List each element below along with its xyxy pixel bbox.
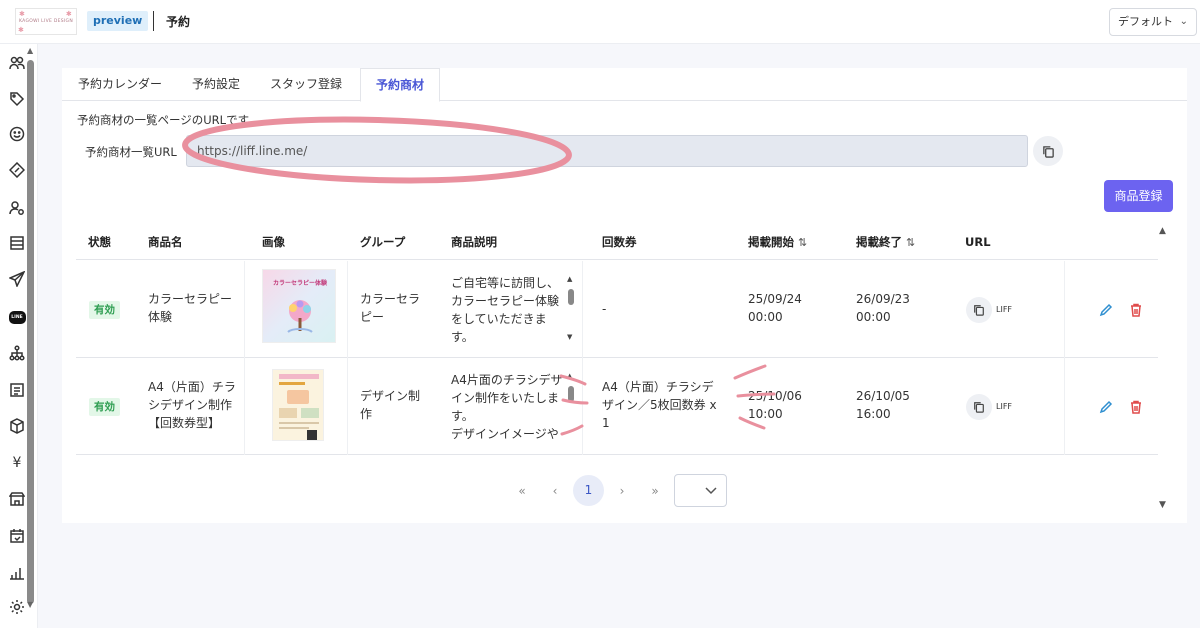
column-header-name: 商品名 [148, 235, 183, 249]
column-header-image: 画像 [262, 235, 285, 249]
page-number-current[interactable]: 1 [573, 475, 604, 506]
start-date: 25/10/06 10:00 [748, 389, 802, 421]
description-scrollbar[interactable]: ▲ ▼ [567, 275, 575, 341]
page-title: 予約 [166, 15, 191, 29]
status-badge: 有効 [89, 398, 120, 416]
users-icon[interactable] [6, 52, 28, 74]
delete-icon[interactable] [1128, 399, 1144, 415]
liff-label: LIFF [996, 402, 1013, 411]
logo-text: KAGOWI LIVE DESIGN [18, 19, 74, 24]
description-scrollbar[interactable]: ▲ [567, 372, 575, 438]
gear-icon[interactable] [6, 596, 28, 618]
tab-reservation-settings[interactable]: 予約設定 [178, 68, 254, 101]
list-icon[interactable] [6, 232, 28, 254]
product-thumbnail: カラーセラピー体験 [262, 269, 336, 343]
product-description: ご自宅等に訪問し、 カラーセラピー体験 をしていただきま す。 [451, 276, 560, 344]
copy-icon [974, 402, 984, 413]
copy-icon [1042, 145, 1054, 158]
tree-illustration [287, 300, 313, 333]
column-header-start-label: 掲載開始 [748, 235, 794, 249]
edit-icon[interactable] [1098, 302, 1114, 318]
main-card: 予約カレンダー 予約設定 スタッフ登録 予約商材 予約商材の一覧ページのURLで… [62, 68, 1187, 523]
column-header-end[interactable]: 掲載終了 ⇅ [856, 225, 915, 260]
box-icon[interactable] [6, 415, 28, 437]
url-label: 予約商材一覧URL [85, 145, 177, 159]
coupon-icon[interactable] [6, 159, 28, 181]
line-icon[interactable]: LINE [6, 306, 28, 328]
column-header-status: 状態 [88, 235, 111, 249]
smile-icon[interactable] [6, 123, 28, 145]
view-select[interactable]: デフォルト ⌄ [1109, 8, 1197, 36]
tag-icon[interactable] [6, 88, 28, 110]
tab-staff-registration[interactable]: スタッフ登録 [254, 68, 358, 101]
sort-icon[interactable]: ⇅ [798, 236, 807, 249]
status-badge: 有効 [89, 301, 120, 319]
edit-icon[interactable] [1098, 399, 1114, 415]
column-header-end-label: 掲載終了 [856, 235, 902, 249]
ticket-info: A4（片面）チラシデ ザイン／5枚回数券 x1 [602, 380, 717, 430]
group-name: カラーセラ ピー [360, 292, 421, 324]
end-date: 26/10/05 16:00 [856, 389, 910, 421]
ticket-info: - [602, 302, 607, 316]
chevron-down-icon [705, 487, 717, 495]
column-header-group: グループ [360, 235, 406, 249]
product-name: カラーセラピー 体験 [148, 292, 233, 324]
top-bar: ✱ ✱ ✱ KAGOWI LIVE DESIGN preview 予約 デフォル… [0, 0, 1200, 44]
group-name: デザイン制作 [360, 389, 421, 421]
last-page-button[interactable]: » [645, 476, 665, 506]
brand-logo[interactable]: ✱ ✱ ✱ KAGOWI LIVE DESIGN [15, 8, 77, 35]
sidebar: ▲ ▼ LINE ¥ [0, 44, 38, 628]
send-icon[interactable] [6, 268, 28, 290]
store-icon[interactable] [6, 488, 28, 510]
tab-reservation-calendar[interactable]: 予約カレンダー [62, 68, 178, 101]
preview-badge[interactable]: preview [87, 11, 149, 31]
product-thumbnail [272, 369, 324, 441]
tab-bar: 予約カレンダー 予約設定 スタッフ登録 予約商材 [62, 68, 1187, 102]
copy-url-button[interactable] [1033, 136, 1063, 166]
copy-icon [974, 305, 984, 316]
copy-liff-button[interactable] [966, 394, 992, 420]
end-date: 26/09/23 00:00 [856, 292, 910, 324]
header-divider [153, 11, 154, 31]
thumbnail-title: カラーセラピー体験 [272, 280, 327, 287]
table-row: 有効 カラーセラピー 体験 カラーセラピー体験 カラーセラ ピー ご自宅等に訪問し、… [76, 261, 1158, 358]
calendar-icon[interactable] [6, 525, 28, 547]
liff-label: LIFF [996, 305, 1013, 314]
user-settings-icon[interactable] [6, 197, 28, 219]
page-size-select[interactable] [674, 474, 727, 507]
view-select-value: デフォルト [1118, 15, 1173, 28]
register-product-button[interactable]: 商品登録 [1104, 180, 1173, 212]
start-date: 25/09/24 00:00 [748, 292, 802, 324]
product-description: A4片面のチラシデザ イン制作をいたしま す。 デザインイメージや [451, 373, 563, 441]
document-icon[interactable] [6, 379, 28, 401]
chevron-down-icon: ⌄ [1179, 16, 1188, 27]
column-header-ticket: 回数券 [602, 235, 637, 249]
delete-icon[interactable] [1128, 302, 1144, 318]
yen-icon[interactable]: ¥ [6, 452, 28, 474]
product-name: A4（片面）チラ シデザイン制作 【回数券型】 [148, 380, 236, 430]
sidebar-scrollbar[interactable] [27, 60, 34, 604]
first-page-button[interactable]: « [512, 476, 532, 506]
copy-liff-button[interactable] [966, 297, 992, 323]
table-scroll-up-icon[interactable]: ▲ [1159, 226, 1166, 236]
tab-reservation-products[interactable]: 予約商材 [360, 68, 440, 102]
table-scroll-down-icon[interactable]: ▼ [1159, 500, 1166, 510]
column-header-url: URL [965, 235, 991, 249]
table-header: 状態 商品名 画像 グループ 商品説明 回数券 掲載開始 ⇅ 掲載終了 ⇅ URL [76, 225, 1158, 260]
next-page-button[interactable]: › [613, 476, 631, 506]
prev-page-button[interactable]: ‹ [546, 476, 564, 506]
org-chart-icon[interactable] [6, 342, 28, 364]
product-list-url-field[interactable]: https://liff.line.me/ [186, 135, 1028, 167]
table-row: 有効 A4（片面）チラ シデザイン制作 【回数券型】 デザイン制作 A4片面のチラシ… [76, 358, 1158, 455]
column-header-description: 商品説明 [451, 235, 497, 249]
url-description: 予約商材の一覧ページのURLです [77, 113, 250, 127]
column-header-start[interactable]: 掲載開始 ⇅ [748, 225, 807, 260]
chart-icon[interactable] [6, 562, 28, 584]
sort-icon[interactable]: ⇅ [906, 236, 915, 249]
